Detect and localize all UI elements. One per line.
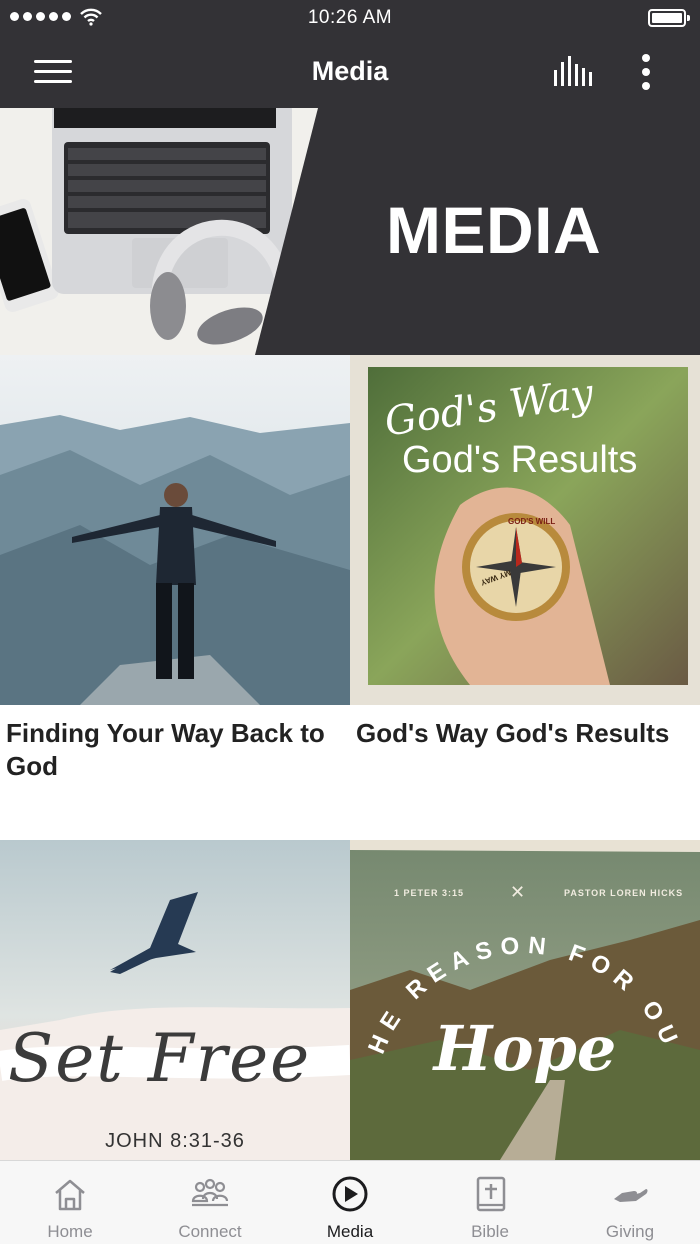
art-script-text: Hope bbox=[433, 1012, 617, 1085]
art-script-text: Set Free bbox=[8, 1020, 312, 1097]
tab-label: Home bbox=[47, 1222, 93, 1241]
media-card[interactable]: Finding Your Way Back to God bbox=[0, 355, 350, 781]
battery-icon bbox=[648, 9, 690, 27]
media-card[interactable]: God's Way God's Results GOD'S WILL MY WA… bbox=[350, 355, 700, 748]
audio-bars-icon[interactable] bbox=[550, 56, 594, 88]
status-time: 10:26 AM bbox=[307, 7, 393, 28]
bible-icon bbox=[476, 1176, 506, 1212]
page-title: Media bbox=[311, 56, 389, 86]
tab-home[interactable]: Home bbox=[0, 1161, 140, 1244]
people-icon bbox=[191, 1178, 229, 1207]
giving-hand-icon bbox=[614, 1189, 648, 1202]
tab-label: Bible bbox=[471, 1222, 509, 1241]
media-card[interactable]: Set Free JOHN 8:31-36 bbox=[0, 840, 350, 1160]
media-card-title: God's Way God's Results bbox=[356, 718, 670, 748]
media-hero-banner: MEDIA bbox=[0, 108, 700, 355]
close-icon: ✕ bbox=[510, 882, 526, 902]
media-card[interactable]: 1 PETER 3:15 ✕ PASTOR LOREN HICKS THE RE… bbox=[350, 840, 700, 1160]
nav-bar: Media bbox=[0, 36, 700, 108]
tab-connect[interactable]: Connect bbox=[140, 1161, 280, 1244]
tab-label: Connect bbox=[178, 1222, 242, 1241]
hero-title: MEDIA bbox=[386, 193, 602, 267]
media-card-title: Finding Your Way Back to God bbox=[6, 718, 325, 781]
tab-media[interactable]: Media bbox=[280, 1161, 420, 1244]
road-valley-image: 1 PETER 3:15 ✕ PASTOR LOREN HICKS THE RE… bbox=[350, 840, 700, 1160]
tab-bar: Home Connect Media Bible Giving bbox=[0, 1160, 700, 1244]
art-reference-text: JOHN 8:31-36 bbox=[105, 1130, 245, 1152]
bird-sky-image: Set Free JOHN 8:31-36 bbox=[0, 840, 350, 1160]
tab-bible[interactable]: Bible bbox=[420, 1161, 560, 1244]
home-icon bbox=[55, 1179, 85, 1211]
tab-giving[interactable]: Giving bbox=[560, 1161, 700, 1244]
art-scripture-text: 1 PETER 3:15 bbox=[394, 888, 465, 898]
more-options-icon[interactable] bbox=[632, 52, 660, 92]
play-circle-icon bbox=[332, 1176, 368, 1212]
tab-label: Giving bbox=[605, 1222, 655, 1241]
tab-label: Media bbox=[326, 1222, 374, 1241]
compass-hand-image: God's Way God's Results GOD'S WILL MY WA… bbox=[350, 355, 700, 705]
art-main-text: God's Results bbox=[402, 439, 638, 481]
art-pastor-text: PASTOR LOREN HICKS bbox=[564, 888, 684, 898]
art-compass-text: GOD'S WILL bbox=[508, 517, 556, 526]
status-bar: 10:26 AM bbox=[0, 0, 700, 36]
mountain-man-image bbox=[0, 355, 350, 705]
